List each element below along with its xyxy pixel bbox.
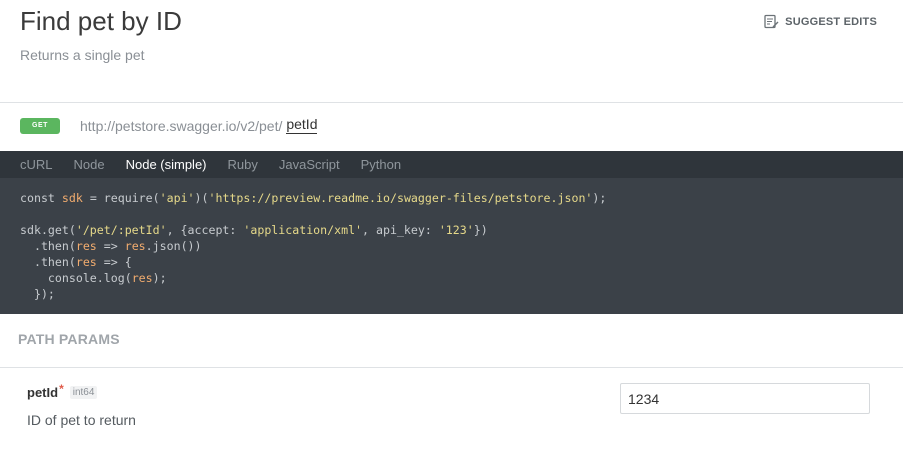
code-token: res — [75, 255, 97, 269]
code-token: res — [124, 239, 146, 253]
param-name: petId — [27, 385, 59, 400]
code-sample-panel: cURL Node Node (simple) Ruby JavaScript Pytho… — [0, 151, 903, 314]
code-token: .then( — [20, 239, 76, 253]
code-token: 'api' — [159, 191, 195, 205]
required-marker: * — [59, 381, 64, 396]
suggest-edits-button[interactable]: SUGGEST EDITS — [764, 14, 877, 29]
tab-node[interactable]: Node — [74, 157, 105, 172]
code-token: res — [75, 239, 97, 253]
method-badge: GET — [20, 117, 60, 134]
code-token: 'https://preview.readme.io/swagger-files… — [208, 191, 593, 205]
code-token: => — [96, 239, 125, 253]
code-snippet: const sdk = require('api')('https://prev… — [0, 178, 903, 302]
tab-python[interactable]: Python — [361, 157, 401, 172]
path-params-header: PATH PARAMS — [18, 331, 120, 347]
page-subtitle: Returns a single pet — [20, 47, 145, 63]
param-type-badge: int64 — [69, 386, 98, 399]
code-token: , {accept: — [166, 223, 244, 237]
code-line: .then(res => { — [20, 255, 132, 269]
code-token: ); — [592, 191, 607, 205]
endpoint-row: GET http://petstore.swagger.io/v2/pet/ p… — [20, 117, 318, 134]
page-title: Find pet by ID — [20, 6, 182, 36]
code-line: }); — [20, 287, 55, 301]
code-token: .then( — [20, 255, 76, 269]
tab-javascript[interactable]: JavaScript — [279, 157, 340, 172]
edit-icon — [764, 14, 779, 29]
endpoint-url: http://petstore.swagger.io/v2/pet/ — [80, 117, 283, 134]
param-description: ID of pet to return — [27, 412, 136, 428]
code-line: const sdk = require('api')('https://prev… — [20, 191, 606, 205]
code-token: , api_key: — [362, 223, 439, 237]
code-token: sdk.get( — [20, 223, 76, 237]
code-token: ); — [152, 271, 167, 285]
tab-node-simple[interactable]: Node (simple) — [126, 157, 207, 172]
code-token: )( — [194, 191, 209, 205]
code-token: }) — [473, 223, 488, 237]
code-token: => { — [96, 255, 132, 269]
code-line: .then(res => res.json()) — [20, 239, 202, 253]
code-token: '123' — [438, 223, 474, 237]
code-token: .json()) — [145, 239, 202, 253]
code-token: console.log( — [20, 271, 132, 285]
code-token: 'application/xml' — [243, 223, 363, 237]
path-params-divider — [0, 367, 903, 368]
header-divider — [0, 102, 903, 103]
code-line: console.log(res); — [20, 271, 167, 285]
code-token: const — [20, 191, 62, 205]
tab-ruby[interactable]: Ruby — [228, 157, 258, 172]
code-token: sdk — [61, 191, 83, 205]
endpoint-url-param[interactable]: petId — [286, 117, 318, 134]
petid-input[interactable] — [620, 383, 870, 414]
code-line: sdk.get('/pet/:petId', {accept: 'applica… — [20, 223, 488, 237]
code-token: }); — [20, 287, 55, 301]
suggest-edits-label: SUGGEST EDITS — [785, 15, 877, 28]
param-petid-header: petId * int64 — [27, 381, 98, 400]
code-token: '/pet/:petId' — [75, 223, 167, 237]
tab-curl[interactable]: cURL — [20, 157, 53, 172]
language-tabs: cURL Node Node (simple) Ruby JavaScript Pytho… — [0, 151, 903, 178]
code-token: = require( — [82, 191, 160, 205]
code-token: res — [131, 271, 153, 285]
